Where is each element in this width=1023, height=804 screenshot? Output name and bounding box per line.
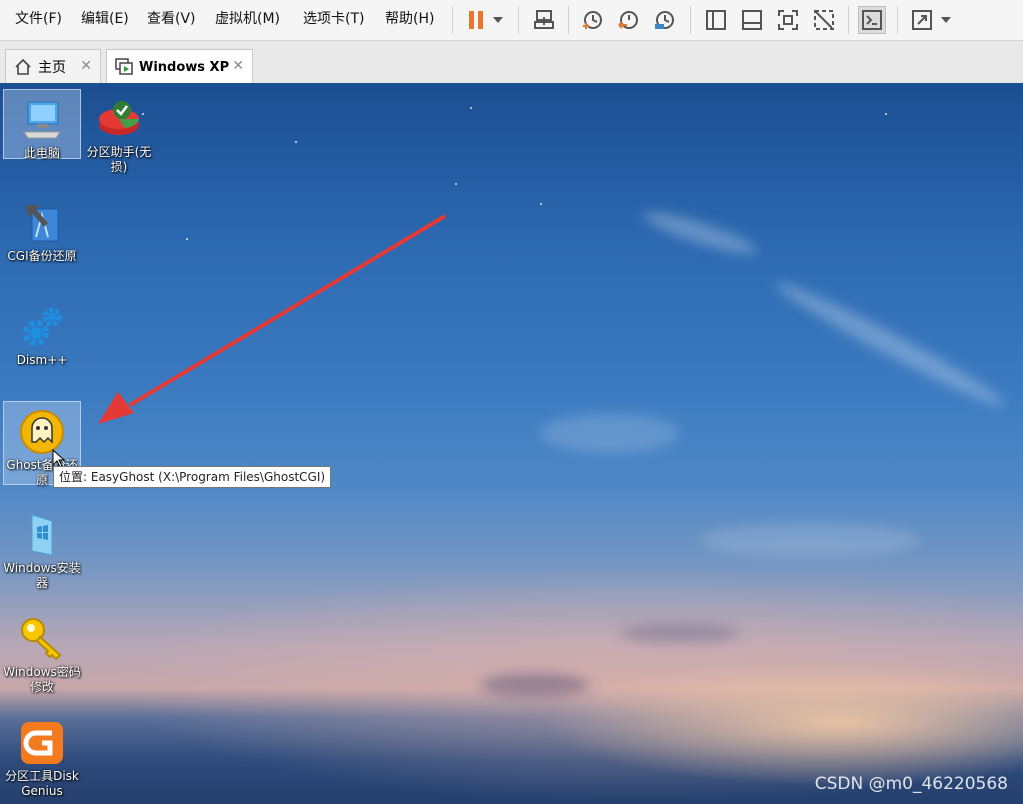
desktop-icon-label: 分区工具DiskGenius	[5, 769, 79, 798]
desktop-icon-cgi-backup[interactable]: CGI备份还原	[3, 193, 81, 264]
desktop-icon-label: CGI备份还原	[7, 249, 77, 263]
toolbar-separator	[690, 6, 691, 34]
unity-icon	[814, 10, 834, 30]
desktop-icon-diskgenius[interactable]: 分区工具DiskGenius	[3, 713, 81, 799]
pause-button[interactable]	[462, 6, 490, 34]
unity-button[interactable]	[810, 6, 838, 34]
gears-icon	[23, 307, 62, 346]
desktop-icon-partition-assistant[interactable]: 分区助手(无损)	[80, 89, 158, 175]
menu-bar: 文件(F) 编辑(E) 查看(V) 虚拟机(M) 选项卡(T) 帮助(H)	[0, 0, 1023, 40]
cgi-backup-icon	[26, 205, 59, 242]
fullscreen-icon	[778, 10, 798, 30]
desktop-icon-label: 分区助手(无损)	[86, 145, 152, 174]
desktop-icon-dism[interactable]: Dism++	[3, 297, 81, 368]
menu-tabs[interactable]: 选项卡(T)	[303, 9, 364, 29]
chevron-down-icon	[493, 17, 503, 23]
watermark-text: CSDN @m0_46220568	[814, 774, 1008, 794]
key-icon	[21, 618, 62, 661]
tab-home-label: 主页	[38, 59, 66, 76]
library-sidebar-button[interactable]	[702, 6, 730, 34]
toolbar-separator	[452, 6, 453, 34]
toolbar-separator	[848, 6, 849, 34]
close-icon[interactable]: ✕	[80, 58, 92, 74]
tab-windows-xp-label: Windows XP	[139, 59, 230, 75]
stretch-dropdown-button[interactable]	[936, 6, 956, 34]
desktop-icon-windows-installer[interactable]: Windows安装器	[3, 505, 81, 591]
desktop-icon-label: 此电脑	[23, 146, 60, 160]
stretch-icon	[912, 10, 932, 30]
stretch-guest-button[interactable]	[908, 6, 936, 34]
computer-icon	[23, 101, 61, 139]
menu-file[interactable]: 文件(F)	[15, 9, 62, 29]
menu-view[interactable]: 查看(V)	[147, 9, 196, 29]
diskgenius-icon	[21, 722, 63, 764]
snapshot-button[interactable]	[578, 6, 606, 34]
toolbar-separator	[518, 6, 519, 34]
console-view-icon	[862, 10, 882, 30]
partition-assistant-icon	[99, 101, 139, 135]
windows-installer-icon	[31, 514, 53, 556]
toolbar-separator	[897, 6, 898, 34]
tab-bar: 主页 ✕ Windows XP ✕	[0, 40, 1023, 84]
desktop-icon-label: Windows密码修改	[3, 665, 81, 694]
send-ctrl-alt-del-icon	[534, 10, 554, 29]
menu-help[interactable]: 帮助(H)	[385, 9, 434, 29]
revert-snapshot-icon	[618, 11, 638, 29]
sidebar-icon	[706, 10, 726, 30]
tab-windows-xp[interactable]: Windows XP ✕	[106, 49, 253, 84]
desktop-icon-windows-password[interactable]: Windows密码修改	[3, 609, 81, 695]
snapshot-icon	[583, 11, 602, 29]
desktop-icon-label: Windows安装器	[3, 561, 81, 590]
vm-icon	[115, 58, 133, 75]
toolbar-separator	[568, 6, 569, 34]
thumbnail-bar-icon	[742, 10, 762, 30]
desktop-icon-this-pc[interactable]: 此电脑	[3, 89, 81, 160]
guest-desktop[interactable]: 此电脑 分区助手(无损) CGI备份还原 Dism++ Ghost备份还原 Wi…	[0, 83, 1023, 804]
snapshot-manager-button[interactable]	[650, 6, 678, 34]
desktop-icon-label: Dism++	[16, 353, 68, 367]
revert-snapshot-button[interactable]	[614, 6, 642, 34]
tab-home[interactable]: 主页 ✕	[5, 49, 101, 83]
snapshot-manager-icon	[655, 11, 674, 29]
send-ctrl-alt-del-button[interactable]	[530, 6, 558, 34]
close-icon[interactable]: ✕	[232, 58, 244, 74]
fullscreen-button[interactable]	[774, 6, 802, 34]
pause-icon	[469, 11, 483, 29]
tooltip: 位置: EasyGhost (X:\Program Files\GhostCGI…	[53, 466, 332, 488]
menu-vm[interactable]: 虚拟机(M)	[215, 9, 280, 29]
thumbnail-bar-button[interactable]	[738, 6, 766, 34]
console-view-button[interactable]	[858, 6, 886, 34]
menu-edit[interactable]: 编辑(E)	[81, 9, 129, 29]
chevron-down-icon	[941, 17, 951, 23]
home-icon	[15, 58, 31, 75]
power-dropdown-button[interactable]	[488, 6, 508, 34]
